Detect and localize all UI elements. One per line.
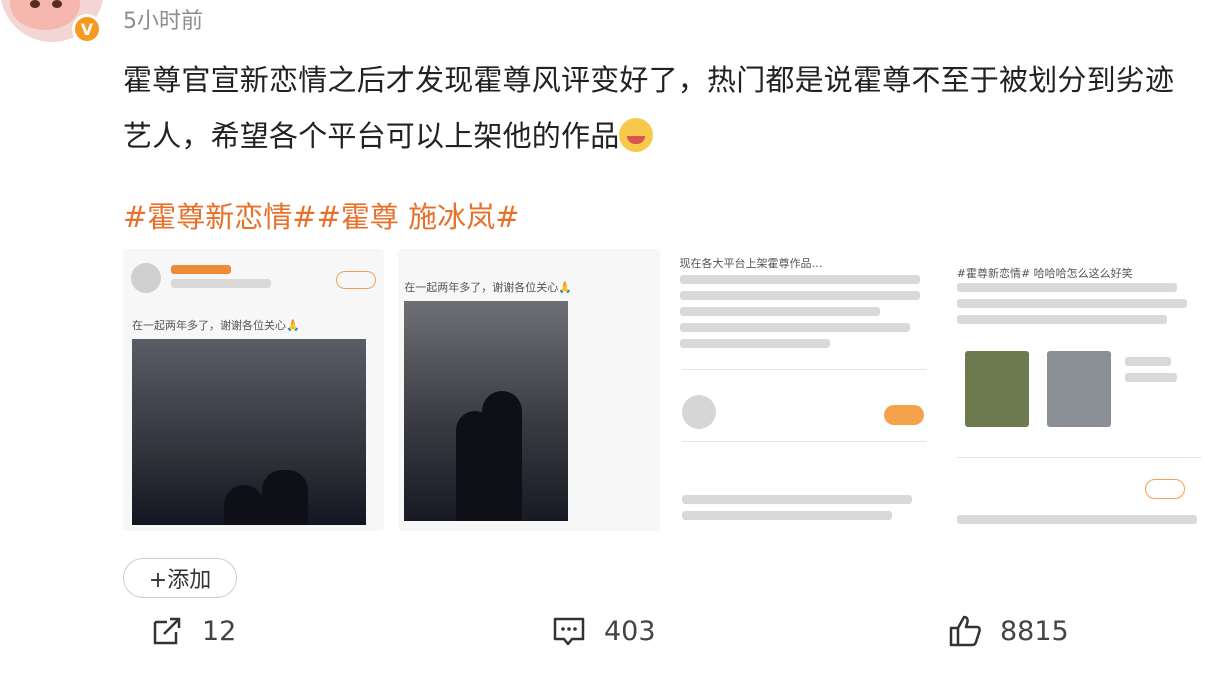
add-button[interactable]: +添加 [123,558,237,598]
comment-count: 403 [604,615,656,647]
text-line [679,323,910,332]
text-line [956,515,1197,524]
avatar-eye [30,0,40,8]
thumbnail-caption: 在一起两年多了，谢谢各位关心🙏 [132,319,300,332]
text-line [679,291,920,300]
text-line [956,315,1167,324]
thumbnail-user [171,265,231,274]
image-thumbnails: 在一起两年多了，谢谢各位关心🙏 在一起两年多了，谢谢各位关心🙏 现在各大平台上架… [123,249,1210,531]
text-line [679,339,830,348]
person-figure [262,470,308,525]
action-bar: 12 403 8815 [0,614,1222,664]
text-line [956,283,1177,292]
comment-avatar [681,395,716,429]
thumbnail-header [131,263,377,305]
thumbnail-caption: #霍尊新恋情# 哈哈哈怎么这么好笑 [956,267,1133,280]
text-line [1124,373,1177,382]
thumbnail-meta [171,279,271,288]
repost-count: 12 [202,615,237,647]
repost-icon [150,614,184,648]
avatar-face [10,0,80,30]
thumbs-up-icon [948,614,982,648]
night-photo [132,339,367,525]
post-text-line-2-text: 艺人，希望各个平台可以上架他的作品 [123,119,620,153]
divider [956,457,1202,458]
thumbnail-4[interactable]: #霍尊新恋情# 哈哈哈怎么这么好笑 [948,249,1210,531]
thumbnail-caption: 在一起两年多了，谢谢各位关心🙏 [404,281,572,294]
thumbnail-avatar [131,263,161,293]
verified-badge-icon: V [72,14,102,44]
yummy-emoji-icon [619,118,654,152]
follow-chip [883,405,924,425]
thumbnail-3[interactable]: 现在各大平台上架霍尊作品… [673,249,935,531]
screenshot-image [1046,351,1111,427]
post-text-line-1: 霍尊官宣新恋情之后才发现霍尊风评变好了，热门都是说霍尊不至于被划分到劣迹 [123,63,1175,97]
post-time: 5小时前 [123,9,203,34]
text-line [681,495,912,504]
thumbnail-follow-pill [336,271,377,289]
hashtags[interactable]: #霍尊新恋情##霍尊 施冰岚# [123,194,519,236]
like-action[interactable]: 8815 [948,614,1069,648]
repost-action[interactable]: 12 [150,614,236,648]
divider [681,369,927,370]
post-text-line-2: 艺人，希望各个平台可以上架他的作品 [123,108,1208,164]
thumbnail-2[interactable]: 在一起两年多了，谢谢各位关心🙏 [398,249,660,531]
post-content: 霍尊官宣新恋情之后才发现霍尊风评变好了，热门都是说霍尊不至于被划分到劣迹 艺人，… [123,52,1208,164]
night-photo [404,301,569,521]
follow-chip [1144,479,1185,499]
screenshot-image [964,351,1029,427]
text-line [956,299,1187,308]
person-figure [482,391,523,521]
thumbnail-caption: 现在各大平台上架霍尊作品… [679,257,823,270]
text-line [679,307,880,316]
divider [681,441,927,442]
like-count: 8815 [1000,615,1069,647]
person-figure [224,485,264,525]
text-line [679,275,920,284]
comment-icon [552,614,586,648]
comment-action[interactable]: 403 [552,614,656,648]
avatar-eye [52,0,62,8]
thumbnail-1[interactable]: 在一起两年多了，谢谢各位关心🙏 [123,249,385,531]
text-line [1124,357,1171,366]
text-line [681,511,892,520]
